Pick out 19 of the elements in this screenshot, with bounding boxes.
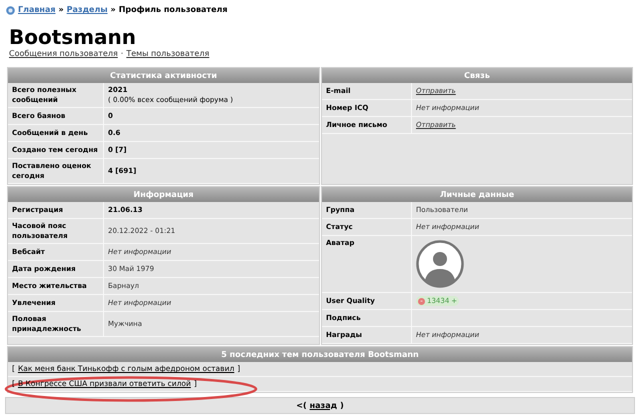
breadcrumb-link[interactable]: Главная [18, 4, 56, 16]
panel-header: Статистика активности [8, 68, 319, 83]
panel-header: Информация [8, 187, 319, 202]
breadcrumb-separator: » [110, 4, 116, 16]
breadcrumb-link[interactable]: Разделы [66, 4, 108, 16]
back-link[interactable]: назад [310, 400, 338, 412]
breadcrumb-separator: » [58, 4, 64, 16]
profile-link[interactable]: Темы пользователя [126, 48, 210, 60]
avatar-icon [416, 240, 464, 288]
home-icon [6, 6, 15, 14]
back-prefix: <( [296, 400, 307, 412]
link-separator: · [120, 48, 124, 60]
back-suffix: ) [340, 400, 344, 412]
panel-header: Связь [322, 68, 632, 83]
breadcrumb-current: Профиль пользователя [118, 4, 228, 16]
profile-link[interactable]: Сообщения пользователя [9, 48, 118, 60]
panel-header: 5 последних тем пользователя Bootsmann [8, 347, 632, 362]
panel-header: Личные данные [322, 187, 632, 202]
page-title: Bootsmann [8, 26, 138, 48]
